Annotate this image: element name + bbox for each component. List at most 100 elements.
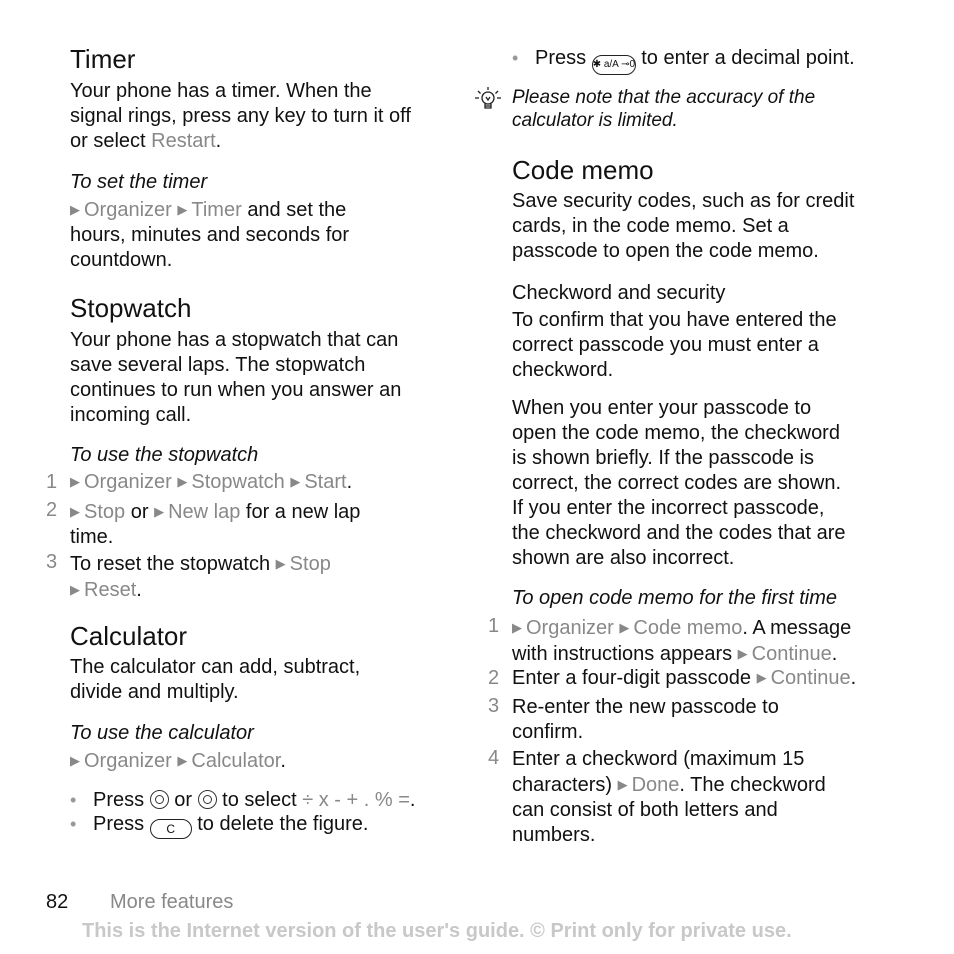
page-number: 82 bbox=[46, 891, 69, 913]
text: . A message bbox=[742, 617, 852, 639]
menu-path-calculator: Calculator bbox=[191, 750, 281, 772]
calculator-bullet-select: Press or to select ÷ x - + . % =. bbox=[93, 789, 416, 811]
text-line: correct passcode you must enter a bbox=[512, 334, 819, 356]
arrow-icon: ▶ bbox=[275, 556, 286, 571]
calculator-intro: The calculator can add, subtract, divide… bbox=[70, 655, 360, 705]
text-line: When you enter your passcode to bbox=[512, 397, 812, 419]
stopwatch-intro: Your phone has a stopwatch that can save… bbox=[70, 328, 401, 428]
timer-intro: Your phone has a timer. When the signal … bbox=[70, 80, 411, 152]
text-line: checkword. bbox=[512, 359, 614, 381]
text-line: and set the bbox=[247, 199, 347, 221]
restart-option: Restart bbox=[151, 130, 216, 152]
arrow-icon: ▶ bbox=[177, 474, 188, 489]
text-line: time. bbox=[70, 526, 114, 548]
text-line: can consist of both letters and bbox=[512, 799, 778, 821]
timer-instructions: ▶ Organizer ▶ Timer and set the hours, min… bbox=[70, 197, 349, 273]
text-line: incoming call. bbox=[70, 404, 192, 426]
calculator-bullet-decimal: Press ✱ a/A ⊸0 to enter a decimal point. bbox=[535, 47, 855, 75]
stopwatch-subheading: To use the stopwatch bbox=[70, 444, 259, 466]
text-line: hours, minutes and seconds for bbox=[70, 224, 350, 246]
code-memo-step-1: ▶ Organizer ▶ Code memo. A message with in… bbox=[512, 617, 852, 665]
text: to delete the figure. bbox=[197, 813, 369, 835]
menu-path-reset: Reset bbox=[84, 579, 137, 601]
menu-path-new-lap: New lap bbox=[168, 501, 241, 523]
arrow-icon: ▶ bbox=[756, 670, 767, 685]
arrow-icon: ▶ bbox=[70, 753, 80, 768]
menu-path-start: Start bbox=[304, 471, 347, 493]
code-memo-step-2: Enter a four-digit passcode ▶ Continue. bbox=[512, 667, 857, 689]
text-line: passcode to open the code memo. bbox=[512, 240, 819, 262]
text-line: confirm. bbox=[512, 721, 584, 743]
text: . The checkword bbox=[679, 774, 826, 796]
text-line: countdown. bbox=[70, 249, 173, 271]
text-line: Please note that the accuracy of the bbox=[512, 87, 816, 108]
text-line: numbers. bbox=[512, 824, 596, 846]
stopwatch-step-3: To reset the stopwatch ▶ Stop ▶ Reset. bbox=[70, 553, 331, 601]
text: Press bbox=[93, 813, 145, 835]
calculator-bullet-delete: Press C to delete the figure. bbox=[93, 813, 368, 839]
text: Press bbox=[93, 789, 145, 811]
text-line: or select bbox=[70, 130, 146, 152]
text-line: If you enter the incorrect passcode, bbox=[512, 497, 825, 519]
text-line: continues to run when you answer an bbox=[70, 379, 402, 401]
text: characters) bbox=[512, 774, 613, 796]
menu-path-stopwatch: Stopwatch bbox=[191, 471, 285, 493]
copyright-notice: This is the Internet version of the user… bbox=[82, 920, 792, 942]
arrow-icon: ▶ bbox=[70, 474, 80, 489]
text-line: save several laps. The stopwatch bbox=[70, 354, 366, 376]
timer-heading: Timer bbox=[70, 44, 136, 74]
calculator-tip: Please note that the accuracy of the cal… bbox=[512, 86, 815, 132]
arrow-icon: ▶ bbox=[737, 646, 748, 661]
arrow-icon: ▶ bbox=[70, 582, 80, 597]
text-line: signal rings, press any key to turn it o… bbox=[70, 105, 411, 127]
text-line: Re-enter the new passcode to bbox=[512, 696, 779, 718]
arrow-icon: ▶ bbox=[290, 474, 301, 489]
text: or bbox=[174, 789, 193, 811]
text-line: the checkword and the codes that are bbox=[512, 522, 846, 544]
text-line: The calculator can add, subtract, bbox=[70, 656, 361, 678]
menu-path-done: Done bbox=[631, 774, 680, 796]
bullet: • bbox=[70, 814, 77, 834]
text: or bbox=[130, 501, 149, 523]
text-line: shown are also incorrect. bbox=[512, 547, 735, 569]
arrow-icon: ▶ bbox=[177, 753, 188, 768]
menu-path-stop: Stop bbox=[84, 501, 126, 523]
code-memo-step-3: Re-enter the new passcode to confirm. bbox=[512, 695, 779, 745]
passcode-paragraph: When you enter your passcode to open the… bbox=[512, 396, 846, 571]
stopwatch-step-2: ▶ Stop or ▶ New lap for a new lap time. bbox=[70, 499, 360, 550]
lightbulb-tip-icon bbox=[475, 87, 501, 109]
text-line: calculator is limited. bbox=[512, 110, 678, 131]
text-line: Enter a checkword (maximum 15 bbox=[512, 748, 805, 770]
arrow-icon: ▶ bbox=[70, 202, 80, 217]
text: to enter a decimal point. bbox=[641, 47, 855, 69]
code-memo-subheading: To open code memo for the first time bbox=[512, 587, 837, 609]
section-name: More features bbox=[110, 891, 234, 913]
calculator-subheading: To use the calculator bbox=[70, 722, 254, 744]
step-number: 2 bbox=[46, 499, 58, 521]
menu-path-organizer: Organizer bbox=[84, 471, 172, 493]
clear-key-icon: C bbox=[149, 819, 192, 839]
text-line: Save security codes, such as for credit bbox=[512, 190, 855, 212]
menu-path-stop: Stop bbox=[289, 553, 331, 575]
text: Enter a four-digit passcode bbox=[512, 667, 752, 689]
text-line: cards, in the code memo. Set a bbox=[512, 215, 789, 237]
arrow-icon: ▶ bbox=[619, 620, 630, 635]
arrow-icon: ▶ bbox=[617, 777, 628, 792]
menu-path-continue: Continue bbox=[751, 643, 832, 665]
stopwatch-heading: Stopwatch bbox=[70, 293, 192, 323]
menu-path-organizer: Organizer bbox=[84, 750, 172, 772]
nav-left-key-icon bbox=[149, 790, 169, 809]
menu-path-code-memo: Code memo bbox=[633, 617, 743, 639]
arrow-icon: ▶ bbox=[154, 504, 165, 519]
code-memo-intro: Save security codes, such as for credit … bbox=[512, 189, 854, 264]
menu-path-continue: Continue bbox=[770, 667, 851, 689]
step-number: 4 bbox=[488, 747, 500, 769]
code-memo-heading: Code memo bbox=[512, 155, 654, 185]
bullet: • bbox=[70, 790, 77, 810]
stopwatch-step-1: ▶ Organizer ▶ Stopwatch ▶ Start. bbox=[70, 471, 353, 493]
step-number: 3 bbox=[46, 551, 58, 573]
checkword-paragraph: To confirm that you have entered the cor… bbox=[512, 308, 837, 383]
checkword-subheading: Checkword and security bbox=[512, 282, 726, 304]
text-line: divide and multiply. bbox=[70, 681, 239, 703]
star-key-icon: ✱ a/A ⊸0 bbox=[591, 55, 636, 75]
